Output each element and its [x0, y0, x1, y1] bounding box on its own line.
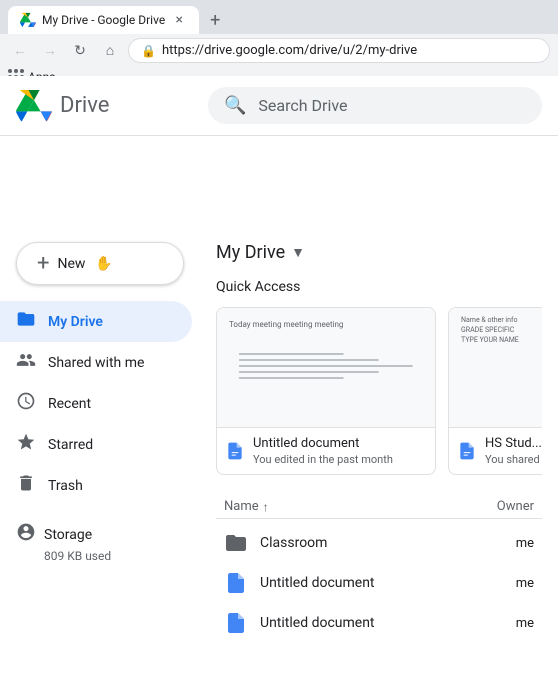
preview-line-2-hs: GRADE SPECIFIC: [461, 326, 542, 336]
file-name-hs-stud: HS Stud...: [485, 436, 542, 451]
sidebar-item-label-shared: Shared with me: [48, 355, 144, 371]
preview-text-untitled1: Today meeting meeting meeting: [229, 320, 343, 329]
main-area: + New ✋ My Drive Shared with me Recent: [0, 226, 558, 693]
url-input[interactable]: 🔒 https://drive.google.com/drive/u/2/my-…: [128, 38, 550, 63]
app-header: Drive 🔍 Search Drive: [0, 76, 558, 136]
reload-button[interactable]: ↻: [68, 39, 92, 63]
active-tab[interactable]: My Drive - Google Drive ×: [8, 6, 199, 34]
tab-close-button[interactable]: ×: [171, 12, 187, 28]
storage-label: Storage: [44, 527, 92, 543]
cursor-indicator: ✋: [95, 256, 112, 272]
content-area: My Drive ▼ Quick Access Today meeting me…: [200, 226, 558, 693]
starred-icon: [16, 432, 36, 457]
my-drive-dropdown-icon[interactable]: ▼: [291, 244, 305, 261]
sidebar-item-recent[interactable]: Recent: [0, 383, 192, 424]
storage-used: 809 KB used: [16, 549, 184, 563]
sidebar-item-shared[interactable]: Shared with me: [0, 342, 192, 383]
storage-section: Storage 809 KB used: [0, 506, 200, 579]
new-tab-button[interactable]: +: [203, 8, 227, 32]
sidebar: + New ✋ My Drive Shared with me Recent: [0, 226, 200, 693]
back-button[interactable]: ←: [8, 39, 32, 63]
content-title: My Drive: [216, 242, 285, 263]
sidebar-item-label-starred: Starred: [48, 437, 93, 453]
file-owner-untitled3: me: [454, 616, 534, 631]
url-text: https://drive.google.com/drive/u/2/my-dr…: [162, 43, 417, 58]
new-button[interactable]: + New ✋: [16, 242, 184, 285]
file-owner-classroom: me: [454, 536, 534, 551]
home-button[interactable]: ⌂: [98, 39, 122, 63]
new-button-label: New: [57, 256, 85, 272]
sidebar-item-label-recent: Recent: [48, 396, 91, 412]
lock-icon: 🔒: [141, 44, 156, 58]
name-col-label: Name: [224, 499, 259, 514]
search-placeholder: Search Drive: [258, 96, 347, 115]
drive-app-name: Drive: [60, 93, 109, 118]
my-drive-icon: [16, 309, 36, 334]
file-info-untitled1: Untitled document You edited in the past…: [253, 436, 427, 466]
tab-title: My Drive - Google Drive: [42, 13, 165, 27]
name-column-header[interactable]: Name ↑: [224, 499, 454, 514]
quick-access-file-hs-stud[interactable]: Name & other info GRADE SPECIFIC TYPE YO…: [448, 307, 542, 475]
forward-button[interactable]: →: [38, 39, 62, 63]
search-icon: 🔍: [224, 95, 246, 116]
shared-icon: [16, 350, 36, 375]
doc-icon-list-untitled2: [224, 571, 248, 595]
quick-access-label: Quick Access: [216, 279, 542, 295]
search-bar[interactable]: 🔍 Search Drive: [208, 87, 542, 124]
file-name-classroom: Classroom: [260, 535, 442, 551]
list-item-classroom[interactable]: Classroom me: [216, 523, 542, 563]
trash-icon: [16, 473, 36, 498]
file-meta-hs-stud: You shared: [485, 453, 542, 466]
sidebar-item-my-drive[interactable]: My Drive: [0, 301, 192, 342]
sort-icon: ↑: [263, 500, 269, 514]
sidebar-item-label-my-drive: My Drive: [48, 314, 103, 330]
drive-logo-icon: [16, 90, 52, 122]
content-header: My Drive ▼: [216, 242, 542, 263]
doc-icon-list-untitled3: [224, 611, 248, 635]
file-card-info-hs-stud: HS Stud... You shared: [449, 428, 542, 474]
sidebar-item-trash[interactable]: Trash: [0, 465, 192, 506]
file-name-untitled1: Untitled document: [253, 436, 427, 451]
file-name-untitled2: Untitled document: [260, 575, 442, 591]
file-preview-untitled1: Today meeting meeting meeting: [217, 308, 435, 428]
drive-logo: Drive: [16, 90, 196, 122]
new-plus-icon: +: [37, 251, 49, 276]
file-info-hs-stud: HS Stud... You shared: [485, 436, 542, 466]
file-preview-hs-stud: Name & other info GRADE SPECIFIC TYPE YO…: [449, 308, 542, 428]
file-meta-untitled1: You edited in the past month: [253, 453, 427, 466]
file-owner-untitled2: me: [454, 576, 534, 591]
list-item-untitled3[interactable]: Untitled document me: [216, 603, 542, 643]
doc-icon-untitled1: [225, 441, 245, 461]
owner-column-header: Owner: [454, 499, 534, 514]
file-list-header: Name ↑ Owner: [216, 495, 542, 519]
preview-line-3-hs: TYPE YOUR NAME: [461, 336, 542, 346]
folder-icon-classroom: [224, 531, 248, 555]
list-item-untitled2[interactable]: Untitled document me: [216, 563, 542, 603]
quick-access-section: Today meeting meeting meeting Untitled d…: [216, 307, 542, 475]
file-name-untitled3: Untitled document: [260, 615, 442, 631]
recent-icon: [16, 391, 36, 416]
tab-bar: My Drive - Google Drive × +: [0, 0, 558, 34]
tab-favicon-icon: [20, 12, 36, 28]
preview-line-1-hs: Name & other info: [461, 316, 542, 326]
address-bar: ← → ↻ ⌂ 🔒 https://drive.google.com/drive…: [0, 34, 558, 67]
sidebar-item-label-trash: Trash: [48, 478, 83, 494]
doc-icon-hs-stud: [457, 441, 477, 461]
storage-icon: [16, 522, 36, 547]
file-card-info-untitled1: Untitled document You edited in the past…: [217, 428, 435, 474]
sidebar-item-starred[interactable]: Starred: [0, 424, 192, 465]
quick-access-file-untitled1[interactable]: Today meeting meeting meeting Untitled d…: [216, 307, 436, 475]
